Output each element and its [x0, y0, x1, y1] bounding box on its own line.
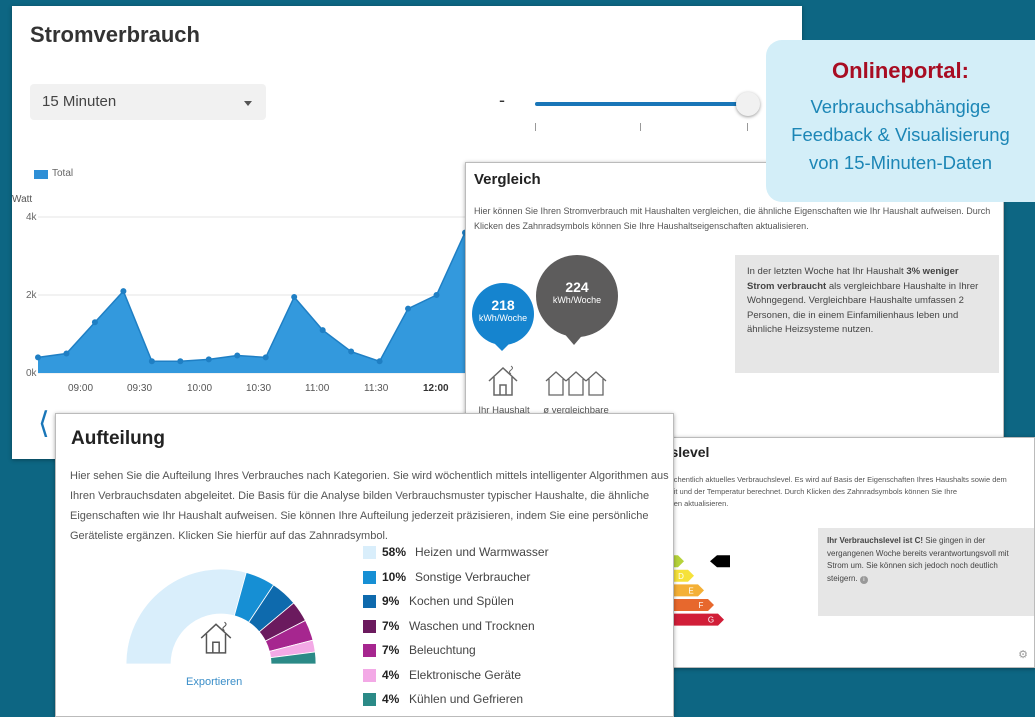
legend-percentage: 58% [382, 545, 407, 559]
callout-heading: Onlineportal: [832, 58, 969, 83]
callout-line: Feedback & Visualisierung [791, 124, 1010, 145]
vergleich-info-box: In der letzten Woche hat Ihr Haushalt 3%… [735, 255, 999, 373]
legend-category: Beleuchtung [409, 643, 476, 657]
onlineportal-callout: Onlineportal: Verbrauchsabhängige Feedba… [766, 40, 1035, 202]
x-tick-label: 10:30 [246, 383, 272, 394]
current-level-marker [710, 555, 730, 568]
chevron-left-icon[interactable]: ⟨ [38, 406, 50, 441]
energy-class-label: D [678, 572, 684, 581]
energy-class-label: G [708, 616, 714, 625]
data-point[interactable] [319, 327, 326, 334]
energy-class-label: E [688, 586, 693, 595]
gear-icon[interactable]: ⚙ [1018, 648, 1028, 661]
legend-percentage: 9% [382, 594, 400, 608]
vergleich-title: Vergleich [474, 171, 541, 188]
data-point[interactable] [205, 356, 212, 363]
data-point[interactable] [91, 319, 98, 326]
legend-percentage: 4% [382, 667, 400, 682]
legend-swatch [363, 595, 376, 608]
callout-line: Verbrauchsabhängige [810, 96, 991, 117]
data-point[interactable] [291, 293, 298, 300]
legend-swatch [363, 668, 376, 682]
series-area-total [38, 232, 465, 373]
data-point[interactable] [234, 352, 241, 359]
x-tick-label: 12:00 [423, 383, 449, 394]
data-point[interactable] [405, 305, 412, 312]
legend-swatch [363, 693, 376, 706]
aufteilung-panel: Aufteilung Hier sehen Sie die Aufteilung… [55, 413, 674, 717]
own-unit: kWh/Woche [478, 313, 528, 323]
data-point[interactable] [348, 348, 355, 355]
own-household-bubble: 218 kWh/Woche [472, 283, 534, 345]
export-link[interactable]: Exportieren [186, 676, 242, 688]
legend-category: Elektronische Geräte [409, 667, 522, 682]
callout-line: von 15-Minuten-Daten [808, 152, 993, 173]
legend-swatch [363, 546, 376, 559]
legend-percentage: 7% [382, 618, 400, 633]
legend-percentage: 7% [382, 643, 400, 657]
data-point[interactable] [120, 288, 127, 295]
legend-category: Kochen und Spülen [409, 594, 514, 608]
legend-category: Heizen und Warmwasser [415, 545, 549, 559]
legend-swatch [363, 570, 376, 584]
info-text: In der letzten Woche hat Ihr Haushalt [747, 266, 907, 277]
data-point[interactable] [262, 354, 269, 361]
x-tick-label: 11:00 [305, 383, 330, 394]
houses-group-icon [545, 371, 607, 396]
legend-category: Kühlen und Gefrieren [409, 692, 524, 706]
x-tick-label: 11:30 [364, 383, 389, 394]
data-point[interactable] [35, 354, 41, 361]
legend-swatch [363, 619, 376, 633]
vergleich-description: Hier können Sie Ihren Stromverbrauch mit… [474, 206, 991, 231]
legend-category: Waschen und Trocknen [409, 618, 535, 633]
data-point[interactable] [63, 350, 70, 357]
data-point[interactable] [177, 358, 184, 365]
data-point[interactable] [433, 292, 440, 298]
x-tick-label: 09:30 [127, 383, 153, 394]
verbrauchslevel-info-box: Ihr Verbrauchslevel ist C! Sie gingen in… [818, 528, 1034, 616]
house-icon [200, 621, 232, 654]
legend-percentage: 10% [382, 569, 407, 584]
legend-swatch [363, 644, 376, 657]
energy-class-label: F [699, 601, 704, 610]
legend-category: Sonstige Verbraucher [415, 569, 531, 584]
comparison-bubble: 224 kWh/Woche [536, 255, 618, 337]
data-point[interactable] [148, 358, 155, 365]
own-value: 218 [491, 297, 515, 313]
legend-percentage: 4% [382, 692, 400, 706]
data-point[interactable] [376, 358, 383, 365]
info-icon[interactable]: i [859, 575, 868, 584]
level-highlight: Ihr Verbrauchslevel ist C! [827, 536, 924, 545]
x-tick-label: 10:00 [187, 383, 213, 394]
comparison-unit: kWh/Woche [552, 295, 602, 305]
x-tick-label: 09:00 [68, 383, 94, 394]
comparison-value: 224 [565, 279, 589, 295]
house-icon [488, 365, 518, 396]
